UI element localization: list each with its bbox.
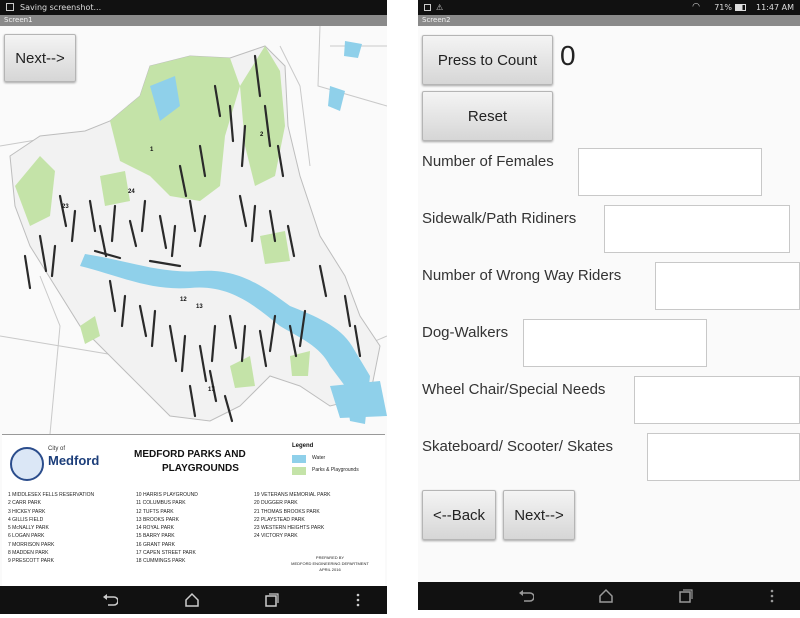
status-text: Saving screenshot... [20, 3, 102, 12]
park-list-item: 20 DUGGER PARK [254, 500, 298, 507]
home-nav-icon[interactable] [182, 590, 202, 610]
park-list-item: 6 LOGAN PARK [8, 533, 45, 540]
map-title-line1: MEDFORD PARKS AND [134, 449, 246, 460]
park-list-item: 24 VICTORY PARK [254, 533, 298, 540]
next-button[interactable]: Next--> [4, 34, 76, 82]
legend-title: Legend [292, 443, 314, 449]
status-bar: Saving screenshot... [0, 0, 387, 15]
menu-nav-icon[interactable] [762, 586, 782, 606]
legend-water-label: Water [312, 455, 326, 461]
seal-city-of: City of [48, 446, 66, 452]
park-list-item: 7 MORRISON PARK [8, 541, 55, 548]
park-list-item: 10 HARRIS PLAYGROUND [136, 492, 198, 498]
park-list-item: 18 CUMMINGS PARK [136, 558, 186, 565]
notification-icon [6, 3, 14, 11]
status-time: 11:47 AM [756, 3, 794, 12]
park-list-item: 8 MADDEN PARK [8, 550, 49, 557]
park-list-item: 13 BROOKS PARK [136, 516, 179, 523]
field-label-skateboard: Skateboard/ Scooter/ Skates [422, 438, 613, 455]
park-list-item: 14 ROYAL PARK [136, 525, 174, 532]
wheel-chair-input[interactable] [634, 376, 800, 424]
park-list-item: 21 THOMAS BROOKS PARK [254, 508, 320, 515]
park-map: 1 24 23 12 13 17 2 [0, 25, 387, 435]
map-graphic: 12423 121317 2 [0, 25, 387, 435]
recents-nav-icon[interactable] [676, 586, 696, 606]
park-list-item: 4 GILLIS FIELD [8, 516, 44, 523]
wrong-way-riders-input[interactable] [655, 262, 800, 310]
dog-walkers-input[interactable] [523, 319, 707, 367]
svg-text:24: 24 [128, 189, 135, 195]
skateboard-input[interactable] [647, 433, 800, 481]
back-nav-icon[interactable] [100, 590, 120, 610]
field-label-wrong-way: Number of Wrong Way Riders [422, 267, 622, 284]
battery-icon [735, 4, 746, 11]
legend-parks-label: Parks & Playgrounds [312, 467, 359, 473]
next-button[interactable]: Next--> [503, 490, 575, 540]
reset-button[interactable]: Reset [422, 91, 553, 141]
park-list-item: 15 BARRY PARK [136, 533, 175, 540]
android-nav-bar [418, 582, 800, 610]
legend-parks-swatch [292, 467, 306, 475]
park-list-item: 5 McNALLY PARK [8, 525, 49, 532]
field-label-dog-walkers: Dog-Walkers [422, 324, 509, 341]
battery-percent: 71% [714, 3, 732, 12]
back-button[interactable]: <--Back [422, 490, 496, 540]
park-list-col3: 19 VETERANS MEMORIAL PARK 20 DUGGER PARK… [254, 491, 330, 541]
android-nav-bar [0, 586, 387, 614]
park-list-item: 16 GRANT PARK [136, 541, 175, 548]
legend-water-swatch [292, 455, 306, 463]
park-list-item: 9 PRESCOTT PARK [8, 558, 54, 565]
park-list-item: 3 HICKEY PARK [8, 508, 46, 515]
menu-nav-icon[interactable] [348, 590, 368, 610]
credits-line: APRIL 2016 [319, 567, 341, 572]
sidewalk-path-riders-input[interactable] [604, 205, 790, 253]
map-credits: PREPARED BY MEDFORD ENGINEERING DEPARTME… [282, 555, 378, 573]
svg-text:23: 23 [62, 204, 69, 210]
park-list-item: 17 CAPEN STREET PARK [136, 550, 196, 557]
wifi-icon: ◠ [692, 2, 700, 12]
alert-icon: ⚠ [436, 3, 444, 12]
park-list-item: 1 MIDDLESEX FELLS RESERVATION [8, 492, 95, 498]
seal-city-name: Medford [48, 453, 100, 468]
right-phone-screen: ⚠ ◠ 71% 11:47 AM Screen2 Press to Count … [418, 0, 800, 610]
press-to-count-button[interactable]: Press to Count [422, 35, 553, 85]
park-list-item: 19 VETERANS MEMORIAL PARK [254, 492, 331, 498]
recents-nav-icon[interactable] [262, 590, 282, 610]
back-nav-icon[interactable] [516, 586, 536, 606]
number-of-females-input[interactable] [578, 148, 762, 196]
park-list-col2: 10 HARRIS PLAYGROUND 11 COLUMBUS PARK 12… [136, 491, 198, 566]
screen-title: Screen1 [0, 15, 387, 26]
field-label-wheel-chair: Wheel Chair/Special Needs [422, 381, 606, 398]
park-list-item: 22 PLAYSTEAD PARK [254, 516, 305, 523]
park-list-item: 12 TUFTS PARK [136, 508, 174, 515]
status-bar: ⚠ ◠ 71% 11:47 AM [418, 0, 800, 15]
field-label-sidewalk: Sidewalk/Path Ridiners [422, 210, 577, 227]
home-nav-icon[interactable] [596, 586, 616, 606]
map-legend-panel: City of Medford MEDFORD PARKS AND PLAYGR… [2, 434, 385, 587]
count-value: 0 [560, 40, 576, 71]
svg-text:12: 12 [180, 297, 187, 303]
left-phone-screen: Saving screenshot... Screen1 1 24 23 12 … [0, 0, 387, 614]
park-list-item: 23 WESTERN HEIGHTS PARK [254, 525, 325, 532]
park-list-col1: 1 MIDDLESEX FELLS RESERVATION 2 CARR PAR… [8, 491, 94, 566]
screen-title: Screen2 [418, 15, 800, 26]
map-title-line2: PLAYGROUNDS [162, 463, 239, 474]
notification-icon [424, 4, 431, 11]
field-label-females: Number of Females [422, 153, 554, 170]
park-list-item: 2 CARR PARK [8, 500, 41, 507]
svg-text:13: 13 [196, 304, 203, 310]
svg-text:17: 17 [208, 387, 215, 393]
city-seal [10, 447, 44, 481]
park-list-item: 11 COLUMBUS PARK [136, 500, 186, 507]
